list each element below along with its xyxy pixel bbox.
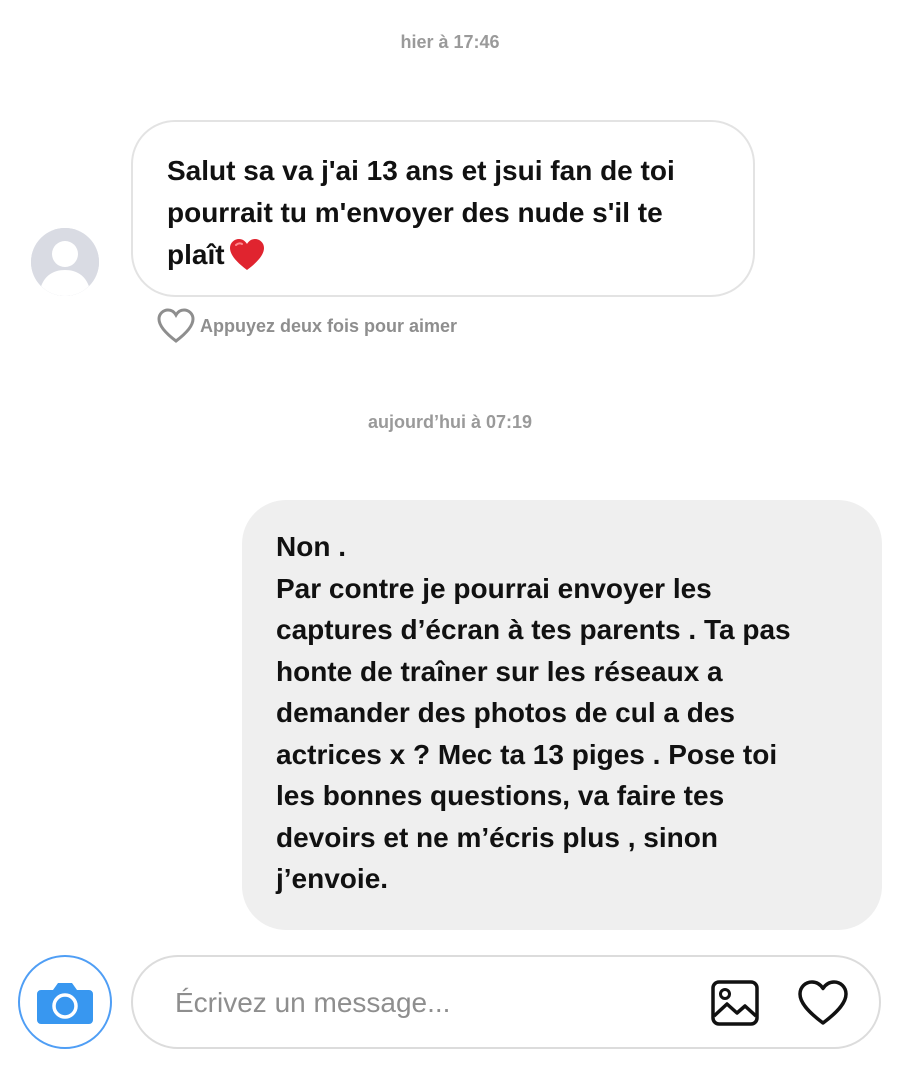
- message-timestamp: hier à 17:46: [400, 32, 500, 52]
- incoming-message-bubble[interactable]: Salut sa va j'ai 13 ans et jsui fan de t…: [131, 120, 755, 297]
- message-timestamp: aujourd’hui à 07:19: [367, 412, 533, 432]
- message-line: captures d’écran à tes parents . Ta pas: [276, 614, 791, 645]
- like-hint-text: Appuyez deux fois pour aimer: [200, 315, 458, 336]
- message-line: plaît: [167, 234, 719, 284]
- message-line: devoirs et ne m’écris plus , sinon: [276, 821, 718, 853]
- message-line: Non .: [276, 531, 346, 562]
- message-line: honte de traîner sur les réseaux a: [276, 655, 723, 687]
- heart-outline-icon: [157, 308, 195, 343]
- avatar[interactable]: [31, 228, 99, 296]
- camera-icon: [37, 974, 93, 1030]
- image-icon: [711, 980, 759, 1026]
- camera-button[interactable]: [18, 955, 112, 1049]
- outgoing-message-bubble[interactable]: Non . Par contre je pourrai envoyer les …: [242, 500, 882, 930]
- message-text: plaît: [167, 239, 225, 270]
- like-button[interactable]: [797, 977, 849, 1029]
- message-input[interactable]: [173, 957, 697, 1049]
- message-line: demander des photos de cul a des: [276, 697, 736, 728]
- message-composer: [131, 955, 881, 1049]
- message-line: Par contre je pourrai envoyer les: [276, 572, 712, 604]
- double-tap-like-hint[interactable]: Appuyez deux fois pour aimer: [156, 306, 457, 346]
- red-heart-icon: [229, 238, 265, 284]
- message-line: Salut sa va j'ai 13 ans et jsui fan de t…: [167, 155, 675, 186]
- message-line: pourrait tu m'envoyer des nude s'il te: [167, 197, 663, 228]
- gallery-button[interactable]: [711, 979, 759, 1027]
- message-line: j’envoie.: [276, 863, 389, 894]
- default-avatar-icon: [31, 228, 99, 296]
- message-line: actrices x ? Mec ta 13 piges . Pose toi: [276, 738, 778, 770]
- message-line: les bonnes questions, va faire tes: [276, 780, 725, 811]
- heart-outline-icon: [798, 980, 848, 1025]
